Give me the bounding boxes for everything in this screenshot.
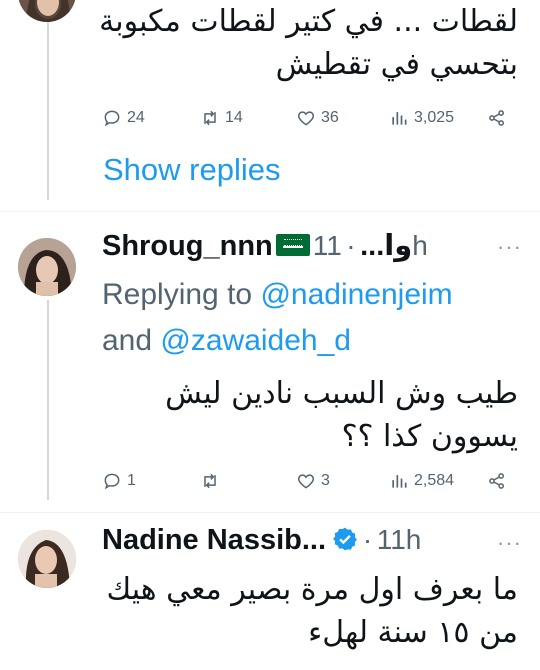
tweet-text: لقطات ... في كتير لقطات مكبوبة بتحسي في … — [99, 0, 518, 86]
dot-separator: · — [346, 230, 356, 261]
reply-button[interactable]: 24 — [102, 108, 145, 128]
avatar[interactable] — [18, 530, 76, 588]
avatar[interactable] — [18, 0, 76, 22]
like-count: 3 — [321, 472, 330, 489]
display-name-suffix[interactable]: وا... — [360, 230, 412, 262]
like-button[interactable]: 36 — [296, 108, 339, 128]
share-icon — [489, 473, 504, 489]
mention-link[interactable]: @nadinenjeim — [260, 278, 452, 311]
speech-bubble-icon — [104, 110, 120, 127]
retweet-button[interactable]: 14 — [200, 108, 243, 128]
retweet-button[interactable] — [200, 471, 225, 491]
replying-prefix: Replying to — [102, 278, 253, 311]
tweet-header: Shroug_nnn وا... · 11h ··· — [102, 228, 522, 264]
thread-line — [47, 0, 49, 200]
reply-count: 24 — [127, 109, 145, 126]
bar-chart-icon — [392, 475, 407, 488]
views-button[interactable]: 3,025 — [389, 108, 454, 128]
share-button[interactable] — [487, 108, 507, 128]
show-replies-link[interactable]: Show replies — [103, 152, 280, 188]
views-count: 3,025 — [414, 109, 455, 126]
replying-and: and — [102, 324, 153, 357]
dot-separator: · — [362, 524, 373, 555]
divider — [0, 211, 540, 212]
tweet-text-line: من ١٥ سنة لهلء — [308, 615, 518, 650]
tweet-text-line: طيب وش السبب نادين ليش — [165, 376, 518, 411]
reply-button[interactable]: 1 — [102, 471, 136, 491]
retweet-icon — [204, 473, 216, 489]
thread-line — [47, 300, 49, 500]
tweet-header: Nadine Nassib... · 11h ··· — [102, 524, 522, 560]
share-icon — [489, 110, 504, 126]
tweet-actions: 24 14 36 3,025 — [102, 108, 512, 134]
tweet-text-line: بتحسي في تقطيش — [275, 47, 518, 82]
like-count: 36 — [321, 109, 339, 126]
more-options-icon[interactable]: ··· — [497, 530, 522, 556]
speech-bubble-icon — [104, 473, 120, 490]
more-options-icon[interactable]: ··· — [497, 234, 522, 260]
tweet-text-line: لقطات ... في كتير لقطات مكبوبة — [99, 4, 518, 39]
display-name[interactable]: Shroug_nnn — [102, 230, 273, 262]
replying-to: Replying to @nadinenjeim and @zawaideh_d — [102, 272, 532, 364]
reply-count: 1 — [127, 472, 136, 489]
bar-chart-icon — [392, 112, 407, 125]
verified-badge-icon — [333, 527, 358, 551]
timestamp[interactable]: 11h — [377, 524, 422, 555]
heart-icon — [297, 111, 315, 126]
retweet-icon — [204, 110, 216, 126]
divider — [0, 512, 540, 513]
like-button[interactable]: 3 — [296, 471, 330, 491]
display-name[interactable]: Nadine Nassib... — [102, 524, 326, 556]
tweet-actions: 1 3 2,584 — [102, 471, 512, 497]
avatar[interactable] — [18, 238, 76, 296]
tweet-text-line: ما بعرف اول مرة بصير معي هيك — [106, 572, 518, 607]
retweet-count: 14 — [225, 109, 243, 126]
views-button[interactable]: 2,584 — [389, 471, 454, 491]
saudi-flag-icon — [275, 234, 310, 256]
tweet-text-line: يسوون كذا ؟؟ — [341, 419, 518, 454]
mention-link[interactable]: @zawaideh_d — [160, 324, 351, 357]
heart-icon — [297, 474, 315, 489]
tweet-text: طيب وش السبب نادين ليش يسوون كذا ؟؟ — [165, 372, 518, 458]
share-button[interactable] — [487, 471, 507, 491]
views-count: 2,584 — [414, 472, 455, 489]
tweet-text: ما بعرف اول مرة بصير معي هيك من ١٥ سنة ل… — [106, 568, 518, 654]
